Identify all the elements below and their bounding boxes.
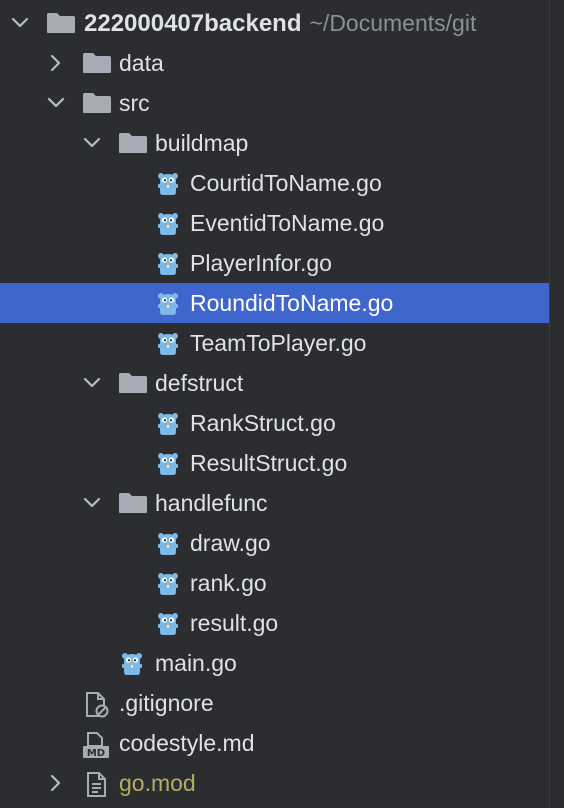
tree-row-main-file[interactable]: main.go [0, 643, 550, 683]
tree-row-file-selected[interactable]: RoundidToName.go [0, 283, 550, 323]
tree-row-file[interactable]: TeamToPlayer.go [0, 323, 550, 363]
file-label: TeamToPlayer.go [190, 330, 367, 356]
tree-row-defstruct-folder[interactable]: defstruct [0, 363, 550, 403]
chevron-down-icon[interactable] [10, 3, 30, 43]
tree-row-file[interactable]: draw.go [0, 523, 550, 563]
folder-label: handlefunc [155, 490, 268, 516]
tree-row-file[interactable]: RankStruct.go [0, 403, 550, 443]
tree-row-src-folder[interactable]: src [0, 83, 550, 123]
folder-label: src [119, 90, 150, 116]
file-label: go.mod [119, 770, 196, 796]
tree-row-file[interactable]: PlayerInfor.go [0, 243, 550, 283]
project-tree: 222000407backend ~/Documents/git data src… [0, 3, 550, 803]
tree-row-codestyle[interactable]: MD codestyle.md [0, 723, 550, 763]
tree-row-gitignore[interactable]: .gitignore [0, 683, 550, 723]
project-path: ~/Documents/git [309, 10, 477, 36]
file-label: rank.go [190, 570, 267, 596]
tree-row-root[interactable]: 222000407backend ~/Documents/git [0, 3, 550, 43]
md-badge-text: MD [87, 748, 105, 758]
file-label: RoundidToName.go [190, 290, 394, 316]
tree-row-gomod[interactable]: go.mod [0, 763, 550, 803]
file-label: main.go [155, 650, 237, 676]
chevron-down-icon[interactable] [82, 123, 102, 163]
folder-label: buildmap [155, 130, 249, 156]
chevron-down-icon[interactable] [82, 363, 102, 403]
file-label: RankStruct.go [190, 410, 336, 436]
project-name: 222000407backend [84, 10, 302, 37]
tree-row-data-folder[interactable]: data [0, 43, 550, 83]
file-label: .gitignore [119, 690, 214, 716]
tree-row-handlefunc-folder[interactable]: handlefunc [0, 483, 550, 523]
file-label: draw.go [190, 530, 271, 556]
file-label: ResultStruct.go [190, 450, 348, 476]
root-project-label: 222000407backend ~/Documents/git [84, 3, 476, 43]
tree-row-file[interactable]: CourtidToName.go [0, 163, 550, 203]
chevron-down-icon[interactable] [46, 83, 66, 123]
file-label: CourtidToName.go [190, 170, 382, 196]
vertical-scrollbar[interactable] [549, 0, 564, 808]
file-label: result.go [190, 610, 279, 636]
chevron-down-icon[interactable] [82, 483, 102, 523]
tree-row-file[interactable]: EventidToName.go [0, 203, 550, 243]
chevron-right-icon[interactable] [46, 43, 66, 83]
chevron-right-icon[interactable] [46, 763, 66, 803]
file-label: PlayerInfor.go [190, 250, 332, 276]
file-label: codestyle.md [119, 730, 255, 756]
tree-row-buildmap-folder[interactable]: buildmap [0, 123, 550, 163]
tree-row-file[interactable]: rank.go [0, 563, 550, 603]
folder-label: data [119, 50, 164, 76]
folder-label: defstruct [155, 370, 244, 396]
tree-row-file[interactable]: result.go [0, 603, 550, 643]
file-label: EventidToName.go [190, 210, 385, 236]
tree-row-file[interactable]: ResultStruct.go [0, 443, 550, 483]
